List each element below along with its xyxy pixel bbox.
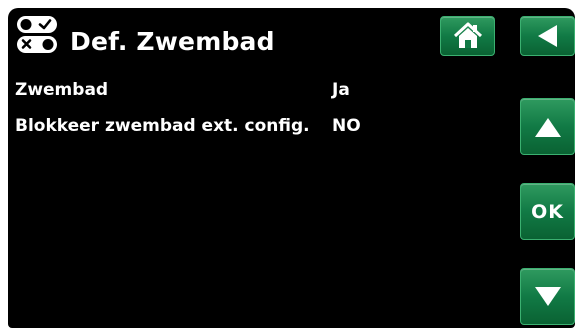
back-arrow-icon [535, 23, 561, 49]
arrow-up-icon [533, 115, 563, 139]
scroll-down-button[interactable] [520, 268, 575, 325]
display-screen: Def. Zwembad Zwembad Ja Blokkeer zwembad… [8, 8, 575, 328]
ok-button[interactable]: OK [520, 183, 575, 240]
home-icon [453, 22, 483, 50]
home-button[interactable] [440, 16, 495, 56]
scroll-up-button[interactable] [520, 98, 575, 155]
back-button[interactable] [520, 16, 575, 56]
setting-value-blokkeer[interactable]: NO [332, 116, 361, 136]
ok-label: OK [531, 200, 564, 223]
toggle-switches-icon [15, 15, 59, 55]
setting-label-zwembad[interactable]: Zwembad [15, 80, 108, 100]
setting-value-zwembad[interactable]: Ja [332, 80, 350, 100]
arrow-down-icon [533, 285, 563, 309]
setting-label-blokkeer[interactable]: Blokkeer zwembad ext. config. [15, 116, 310, 136]
page-title: Def. Zwembad [70, 27, 275, 56]
